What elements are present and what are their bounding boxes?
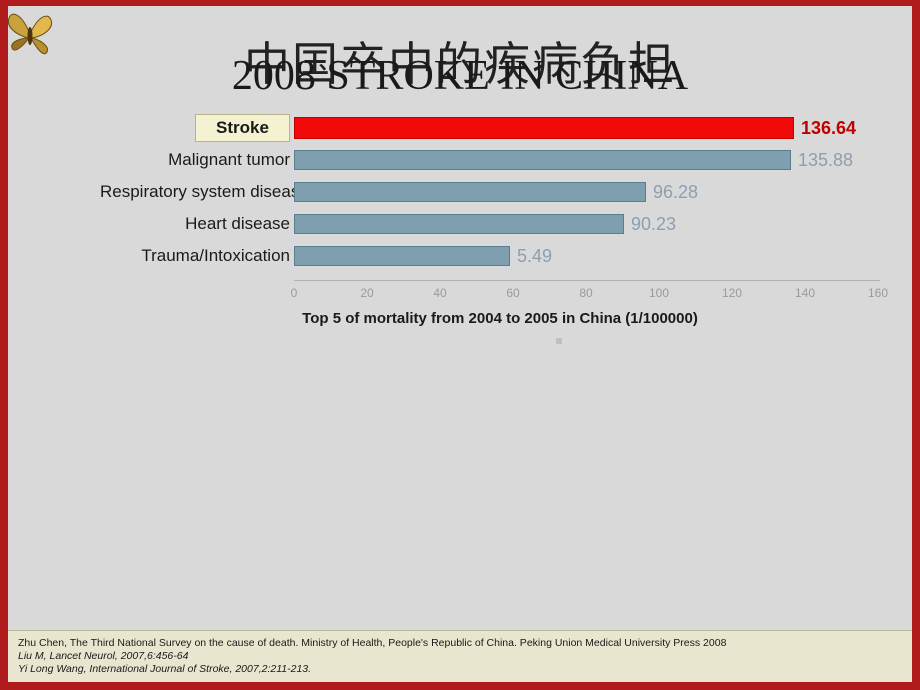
x-tick-60: 60 xyxy=(506,286,520,300)
bar-label-stroke: Stroke xyxy=(195,114,290,142)
bar-value-malignant-tumor: 135.88 xyxy=(798,150,854,170)
x-tick-80: 80 xyxy=(579,286,593,300)
bar-value-trauma-intoxication: 5.49 xyxy=(517,246,553,266)
reference-line-2: Liu M, Lancet Neurol, 2007,6:456-64 xyxy=(18,650,189,662)
bar-value-stroke: 136.64 xyxy=(801,118,857,138)
left-accent-bar xyxy=(0,0,8,690)
bar-trauma-intoxication xyxy=(294,246,510,266)
chart-caption: Top 5 of mortality from 2004 to 2005 in … xyxy=(302,310,698,327)
chart-row: Malignant tumor 135.88 xyxy=(100,147,900,173)
title-en-text: STROKE IN CHINA xyxy=(326,53,689,99)
bar-heart-disease xyxy=(294,214,624,234)
chart-row: Trauma/Intoxication 5.49 xyxy=(100,243,900,269)
chart-row: Heart disease 90.23 xyxy=(100,211,900,237)
x-tick-120: 120 xyxy=(721,286,743,300)
x-tick-0: 0 xyxy=(290,286,298,300)
reference-line-1: Zhu Chen, The Third National Survey on t… xyxy=(18,637,727,649)
mortality-bar-chart: Stroke 136.64 Malignant tumor 135.88 Res… xyxy=(100,110,900,350)
right-accent-bar xyxy=(912,0,920,690)
page-title-english: 2008 STROKE IN CHINA xyxy=(0,52,920,100)
slide: 中国卒中的疾病负担 2008 STROKE IN CHINA Stroke 13… xyxy=(0,0,920,690)
bar-label-heart-disease: Heart disease xyxy=(185,214,290,233)
chart-row: Respiratory system disease 96.28 xyxy=(100,179,900,205)
bar-respiratory-system-disease xyxy=(294,182,646,202)
x-tick-160: 160 xyxy=(867,286,889,300)
title-year: 2008 xyxy=(231,53,316,99)
references-footnote: Zhu Chen, The Third National Survey on t… xyxy=(8,630,912,682)
bar-value-respiratory-system-disease: 96.28 xyxy=(653,182,699,202)
x-tick-20: 20 xyxy=(360,286,374,300)
bottom-accent-strip xyxy=(0,682,920,690)
bar-label-malignant-tumor: Malignant tumor xyxy=(168,150,290,169)
x-tick-40: 40 xyxy=(433,286,447,300)
reference-line-3: Yi Long Wang, International Journal of S… xyxy=(18,663,312,675)
bar-label-trauma-intoxication: Trauma/Intoxication xyxy=(141,246,290,265)
chart-row: Stroke 136.64 xyxy=(100,114,900,142)
bar-value-heart-disease: 90.23 xyxy=(631,214,677,234)
top-accent-strip xyxy=(0,0,920,6)
x-tick-140: 140 xyxy=(794,286,816,300)
placeholder-marker-icon xyxy=(556,338,562,344)
bar-label-respiratory-system-disease: Respiratory system disease xyxy=(100,182,309,201)
bar-stroke xyxy=(294,117,794,139)
x-axis-line xyxy=(294,280,880,281)
x-tick-100: 100 xyxy=(648,286,670,300)
bar-malignant-tumor xyxy=(294,150,791,170)
